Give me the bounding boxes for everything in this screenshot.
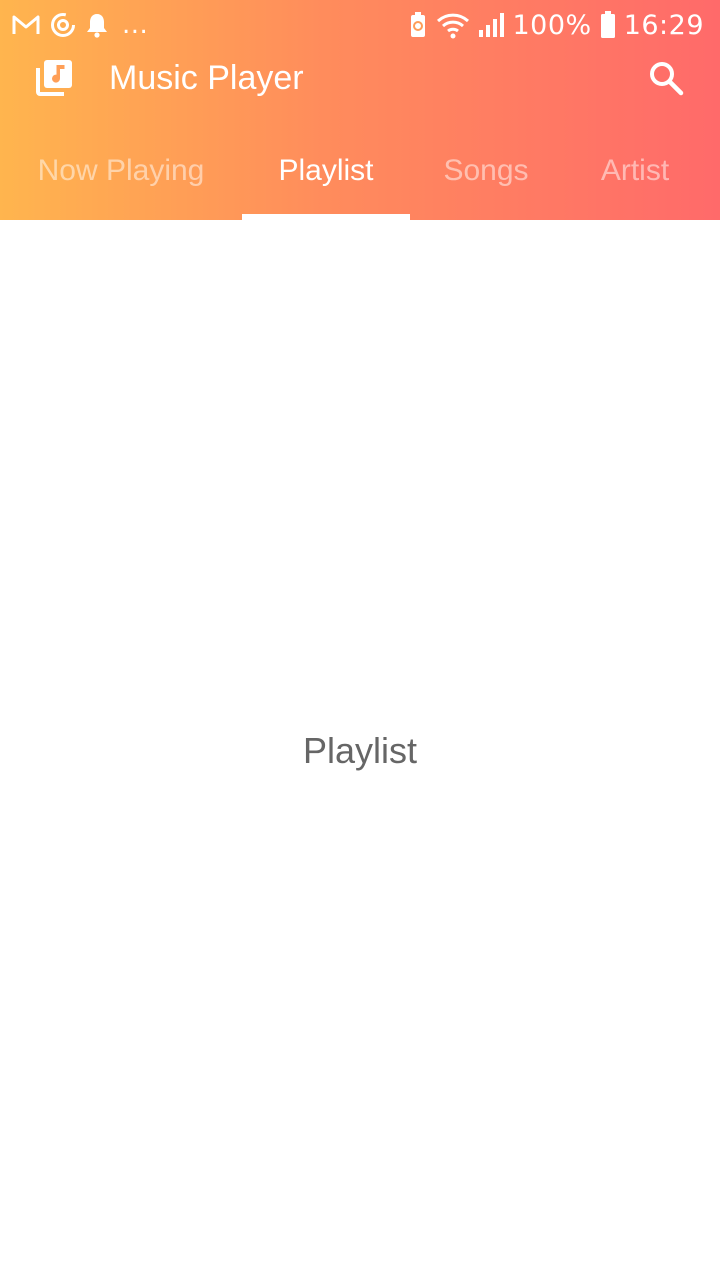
tab-label: Songs	[443, 154, 529, 187]
app-title: Music Player	[109, 59, 304, 97]
status-bar-right: 100% 16:29	[408, 8, 704, 42]
battery-icon	[600, 11, 616, 39]
tab-playlist[interactable]: Playlist	[242, 132, 410, 220]
tab-now-playing[interactable]: Now Playing	[0, 132, 242, 220]
status-bar-left: ...	[12, 10, 148, 40]
battery-percentage: 100%	[512, 9, 592, 41]
app-bar: ... 100% 16:29 Music Player Now Playing …	[0, 0, 720, 220]
page-placeholder-label: Playlist	[302, 730, 418, 771]
gmail-icon	[12, 14, 40, 36]
status-bar: ... 100% 16:29	[0, 0, 720, 48]
tab-label: Now Playing	[37, 154, 205, 187]
clock: 16:29	[623, 9, 704, 41]
battery-saver-icon	[408, 11, 428, 39]
tab-songs[interactable]: Songs	[410, 132, 562, 220]
playlist-page: Playlist	[0, 220, 720, 1280]
more-notifications-indicator: ...	[122, 10, 149, 40]
tab-label: Artist	[600, 154, 670, 187]
tab-label: Playlist	[278, 154, 374, 187]
tab-bar: Now Playing Playlist Songs Artist	[0, 132, 720, 220]
signal-icon	[478, 12, 505, 38]
tab-artist[interactable]: Artist	[562, 132, 708, 220]
music-library-icon	[34, 58, 74, 98]
notification-bell-icon	[86, 12, 108, 38]
search-icon[interactable]	[646, 58, 686, 98]
toolbar: Music Player	[0, 48, 720, 112]
sync-icon	[50, 12, 76, 38]
wifi-icon	[436, 11, 470, 39]
